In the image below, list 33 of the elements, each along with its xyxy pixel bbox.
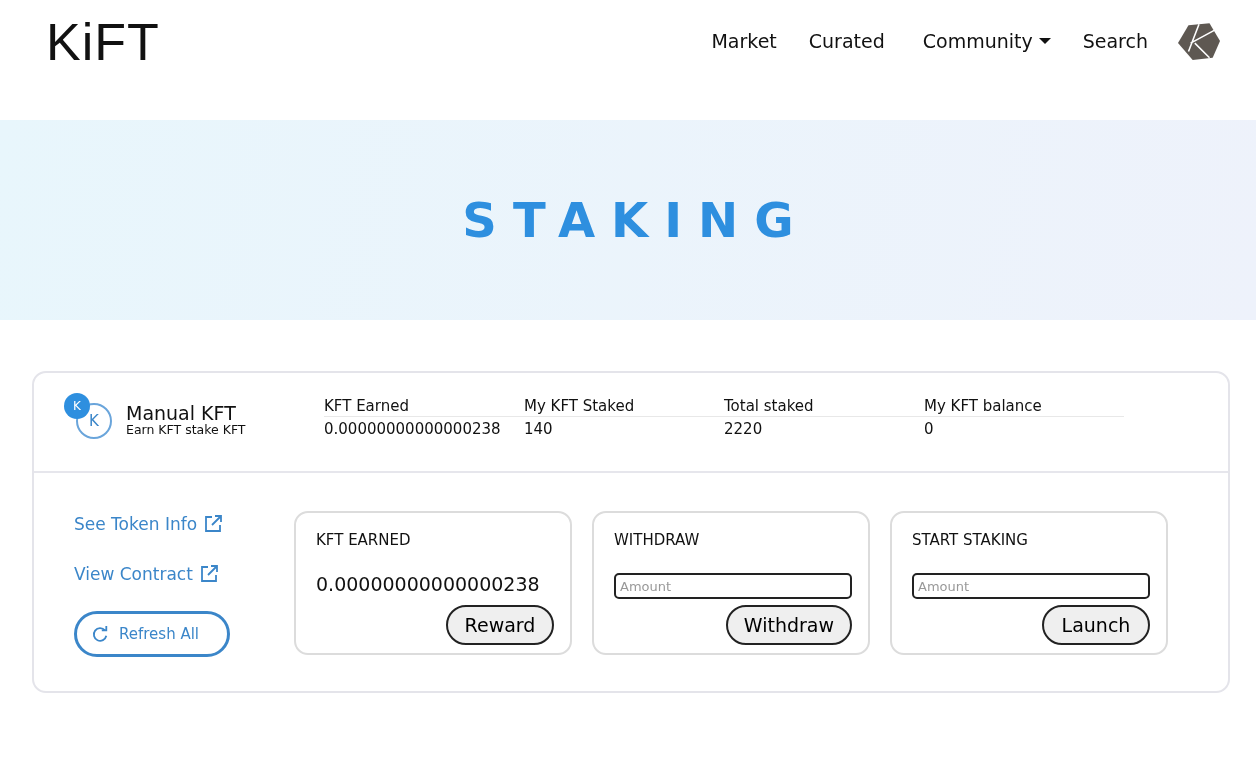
pool-name: Manual KFT — [126, 403, 237, 423]
panel-title: WITHDRAW — [614, 531, 701, 549]
stat-value: 0.00000000000000238 — [324, 419, 502, 438]
action-button[interactable]: Reward — [446, 605, 554, 645]
panel-title: KFT EARNED — [316, 531, 412, 549]
refresh-button[interactable]: Refresh All — [74, 611, 230, 657]
external-link-icon — [198, 564, 219, 584]
stat-label: Total staked — [724, 397, 924, 417]
external-link-icon — [203, 514, 224, 534]
action-button[interactable]: Launch — [1042, 605, 1150, 645]
external-link[interactable]: See Token Info — [74, 511, 224, 537]
stat-value: 0 — [924, 419, 935, 438]
stat-label: My KFT balance — [924, 397, 1124, 417]
amount-field[interactable]: Amount — [912, 573, 1150, 599]
amount-field[interactable]: Amount — [614, 573, 852, 599]
logo-text[interactable]: KiFT — [46, 12, 160, 72]
token-badge: K — [64, 393, 90, 419]
external-link[interactable]: View Contract — [74, 561, 219, 587]
panel-title: START STAKING — [912, 531, 1029, 549]
stat-value: 2220 — [724, 419, 764, 438]
stat-label: My KFT Staked — [524, 397, 724, 417]
nav-link[interactable]: Market — [711, 30, 777, 52]
stat-value: 140 — [524, 419, 554, 438]
refresh-icon — [91, 625, 109, 643]
action-button[interactable]: Withdraw — [725, 605, 852, 645]
avatar-icon[interactable] — [1178, 20, 1220, 62]
page-title: STAKING — [461, 192, 810, 248]
nav-dropdown[interactable]: Community — [922, 30, 1051, 52]
stat-label: KFT Earned — [324, 397, 524, 417]
pool-subtitle: Earn KFT stake KFT — [126, 423, 246, 437]
nav-link[interactable]: Search — [1082, 30, 1148, 52]
earned-value: 0.00000000000000238 — [316, 573, 541, 595]
nav-link[interactable]: Curated — [808, 30, 885, 52]
